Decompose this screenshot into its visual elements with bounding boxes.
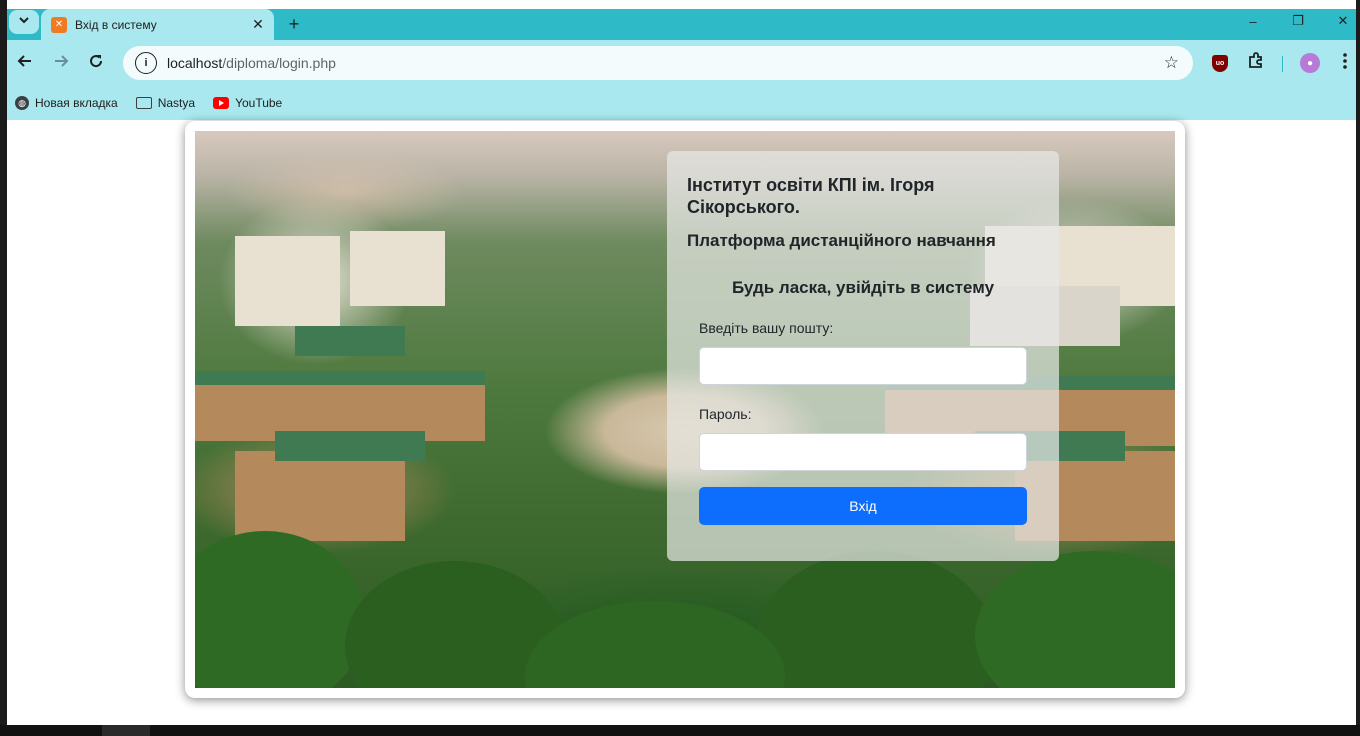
arrow-right-icon	[53, 53, 69, 74]
forward-button[interactable]	[47, 49, 75, 77]
building-left-2	[350, 231, 445, 306]
url-text[interactable]: localhost/diploma/login.php	[167, 55, 336, 71]
menu-button[interactable]	[1334, 52, 1356, 74]
bookmark-label: Nastya	[157, 96, 196, 110]
bookmark-youtube[interactable]: YouTube	[213, 96, 282, 110]
building-left	[235, 236, 340, 326]
tab-active[interactable]: ✕ Вхід в систему ✕	[41, 9, 274, 40]
plus-icon: +	[288, 13, 300, 34]
globe-icon: ◍	[15, 96, 29, 110]
chevron-down-icon	[18, 13, 30, 31]
bookmarks-bar: ◍ Новая вкладка Nastya YouTube	[7, 86, 1356, 120]
toolbar-divider	[1282, 56, 1283, 72]
close-window-button[interactable]: ✕	[1320, 9, 1360, 33]
folder-icon	[135, 97, 152, 109]
close-icon: ✕	[1337, 13, 1349, 28]
site-info-icon[interactable]: i	[135, 52, 157, 74]
taskbar-item[interactable]	[102, 725, 150, 736]
tab-search-button[interactable]	[9, 10, 39, 34]
roof-wing-left	[195, 371, 485, 385]
youtube-icon	[213, 97, 230, 109]
login-card: Інститут освіти КПІ ім. Ігоря Сікорськог…	[185, 121, 1185, 698]
minimize-icon: –	[1249, 13, 1257, 29]
roof-lower-left	[275, 431, 425, 461]
restore-button[interactable]: ❐	[1275, 9, 1321, 33]
institute-title: Інститут освіти КПІ ім. Ігоря Сікорськог…	[687, 175, 935, 217]
trees	[525, 601, 785, 688]
back-button[interactable]	[11, 49, 39, 77]
email-label: Введіть вашу пошту:	[699, 320, 834, 336]
bookmark-star-icon[interactable]: ☆	[1164, 53, 1179, 73]
bookmark-label: Новая вкладка	[35, 96, 118, 110]
arrow-left-icon	[17, 53, 33, 74]
reload-icon	[88, 53, 104, 74]
login-button[interactable]: Вхід	[699, 487, 1027, 525]
profile-button[interactable]: ●	[1299, 52, 1321, 74]
login-form-panel: Інститут освіти КПІ ім. Ігоря Сікорськог…	[667, 151, 1059, 561]
password-label: Пароль:	[699, 406, 752, 422]
brick-building-lower-left	[235, 451, 405, 541]
window-edge-left	[0, 0, 7, 736]
minimize-button[interactable]: –	[1230, 9, 1276, 33]
password-input[interactable]	[699, 433, 1027, 471]
avatar: ●	[1300, 53, 1320, 73]
email-input[interactable]	[699, 347, 1027, 385]
bookmark-label: YouTube	[235, 96, 283, 110]
more-vert-icon	[1343, 52, 1347, 74]
ublock-extension-icon[interactable]: uo	[1209, 52, 1231, 74]
xampp-icon: ✕	[51, 16, 67, 33]
tab-title: Вхід в систему	[75, 17, 157, 32]
taskbar	[0, 725, 1360, 736]
close-icon[interactable]: ✕	[248, 15, 268, 35]
extensions-button[interactable]	[1245, 51, 1267, 75]
browser-window: ✕ Вхід в систему ✕ + – ❐ ✕ i localhost/d…	[7, 9, 1356, 725]
tab-strip: ✕ Вхід в систему ✕ + – ❐ ✕	[7, 9, 1356, 40]
restore-icon: ❐	[1292, 13, 1304, 28]
platform-title: Платформа дистанційного навчання	[687, 231, 996, 250]
form-heading: Будь ласка, увійдіть в систему	[731, 278, 995, 297]
trees	[975, 551, 1175, 688]
browser-toolbar: i localhost/diploma/login.php ☆ uo ●	[7, 40, 1356, 86]
roof-left	[295, 326, 405, 356]
url-path: /diploma/login.php	[222, 55, 336, 71]
page-content: Інститут освіти КПІ ім. Ігоря Сікорськог…	[7, 120, 1356, 725]
trees	[195, 531, 365, 688]
reload-button[interactable]	[82, 49, 110, 77]
window-edge-right	[1356, 0, 1360, 736]
trees	[755, 551, 995, 688]
bookmark-folder-nastya[interactable]: Nastya	[135, 96, 196, 110]
new-tab-button[interactable]: +	[283, 13, 305, 35]
address-bar[interactable]: i localhost/diploma/login.php ☆	[123, 46, 1193, 80]
url-host: localhost	[167, 55, 223, 71]
puzzle-icon	[1247, 51, 1265, 75]
ublock-icon: uo	[1212, 54, 1228, 72]
bookmark-new-tab[interactable]: ◍ Новая вкладка	[15, 96, 118, 110]
